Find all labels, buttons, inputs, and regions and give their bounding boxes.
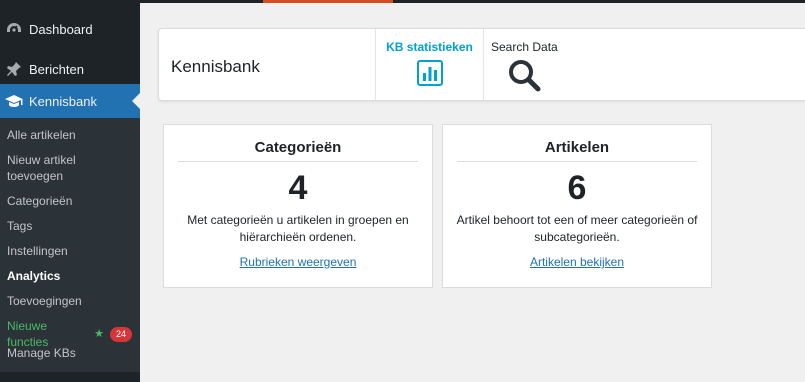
sidebar-item-label: Dashboard (29, 21, 93, 37)
search-icon (507, 59, 543, 98)
card-count: 6 (567, 169, 587, 207)
submenu-item-manage-kbs[interactable]: Manage KBs (7, 345, 132, 361)
top-accent-bar (263, 0, 393, 3)
submenu-item-instellingen[interactable]: Instellingen (7, 243, 132, 259)
card-count: 4 (288, 169, 308, 207)
bar-chart-icon (416, 60, 443, 91)
kb-header-panel: Kennisbank KB statistieken Search Data (158, 28, 805, 101)
page-title: Kennisbank (171, 57, 260, 76)
top-bar (140, 0, 805, 3)
card-title: Categorieën (178, 139, 418, 162)
tab-search-data[interactable]: Search Data (491, 29, 611, 100)
graduation-cap-icon (4, 91, 24, 111)
submenu-item-categorieen[interactable]: Categorieën (7, 193, 132, 209)
admin-sidebar: Dashboard Berichten Kennisbank Alle arti… (0, 0, 140, 382)
stat-card-categorieen: Categorieën 4 Met categorieën u artikele… (163, 124, 433, 288)
star-icon: ★ (94, 328, 104, 340)
stat-card-artikelen: Artikelen 6 Artikel behoort tot een of m… (442, 124, 712, 288)
card-description: Met categorieën u artikelen in groepen e… (187, 213, 409, 244)
submenu-item-toevoegingen[interactable]: Toevoegingen (7, 293, 132, 309)
submenu-item-tags[interactable]: Tags (7, 218, 132, 234)
pin-icon (4, 59, 24, 79)
artikelen-bekijken-link[interactable]: Artikelen bekijken (443, 255, 711, 269)
rubrieken-weergeven-link[interactable]: Rubrieken weergeven (164, 255, 432, 269)
submenu-item-analytics[interactable]: Analytics (7, 268, 132, 284)
count-badge: 24 (109, 326, 132, 342)
dashboard-icon (4, 19, 24, 39)
sidebar-item-label: Kennisbank (29, 93, 97, 109)
sidebar-item-kennisbank[interactable]: Kennisbank (0, 84, 140, 118)
submenu-item-nieuw-artikel[interactable]: Nieuw artikel toevoegen (7, 152, 132, 184)
card-description: Artikel behoort tot een of meer categori… (456, 213, 698, 244)
tab-kb-statistieken[interactable]: KB statistieken (376, 29, 483, 100)
divider (483, 29, 484, 100)
kennisbank-submenu: Alle artikelen Nieuw artikel toevoegen C… (0, 118, 140, 382)
sidebar-bottom (0, 372, 140, 382)
sidebar-item-berichten[interactable]: Berichten (0, 52, 140, 86)
tab-label: KB statistieken (386, 40, 473, 54)
sidebar-item-label: Berichten (29, 61, 84, 77)
submenu-item-alle-artikelen[interactable]: Alle artikelen (7, 127, 132, 143)
card-title: Artikelen (457, 139, 697, 162)
sidebar-item-dashboard[interactable]: Dashboard (0, 12, 140, 46)
tab-label: Search Data (491, 40, 558, 54)
